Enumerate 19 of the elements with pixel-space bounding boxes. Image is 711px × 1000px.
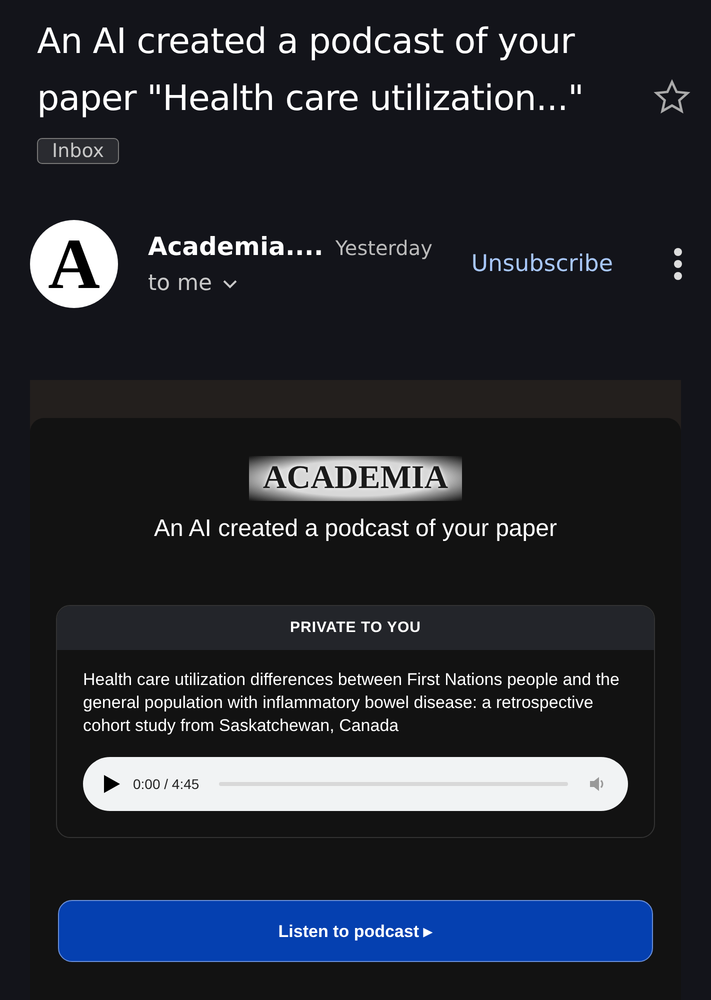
sender-name: Academia.... <box>148 232 324 261</box>
play-icon[interactable] <box>103 774 121 794</box>
chevron-down-icon[interactable] <box>222 278 238 288</box>
audio-player[interactable]: 0:00 / 4:45 <box>83 757 628 811</box>
panel-header: PRIVATE TO YOU <box>57 606 654 650</box>
email-subject: An AI created a podcast of your paper "Health care utilization..." <box>37 21 584 121</box>
label-chip[interactable]: Inbox <box>37 138 119 164</box>
more-options-icon[interactable] <box>673 247 683 281</box>
email-heading: An AI created a podcast of your paper <box>154 515 557 543</box>
paper-title: Health care utilization differences between First Nations people and the general population with inflammatory bowel disease: a retrospective cohort study from Saskatchewan, Canada <box>83 669 620 737</box>
star-icon[interactable] <box>653 78 691 116</box>
audio-time: 0:00 / 4:45 <box>133 776 200 792</box>
email-time: Yesterday <box>335 236 432 260</box>
volume-icon[interactable] <box>588 775 606 793</box>
academia-logo: ACADEMIA <box>248 456 462 501</box>
sender-avatar: A <box>30 220 118 308</box>
recipient-text: to me <box>148 271 212 296</box>
unsubscribe-link[interactable]: Unsubscribe <box>471 251 613 277</box>
listen-button[interactable]: Listen to podcast ▸ <box>58 900 653 962</box>
